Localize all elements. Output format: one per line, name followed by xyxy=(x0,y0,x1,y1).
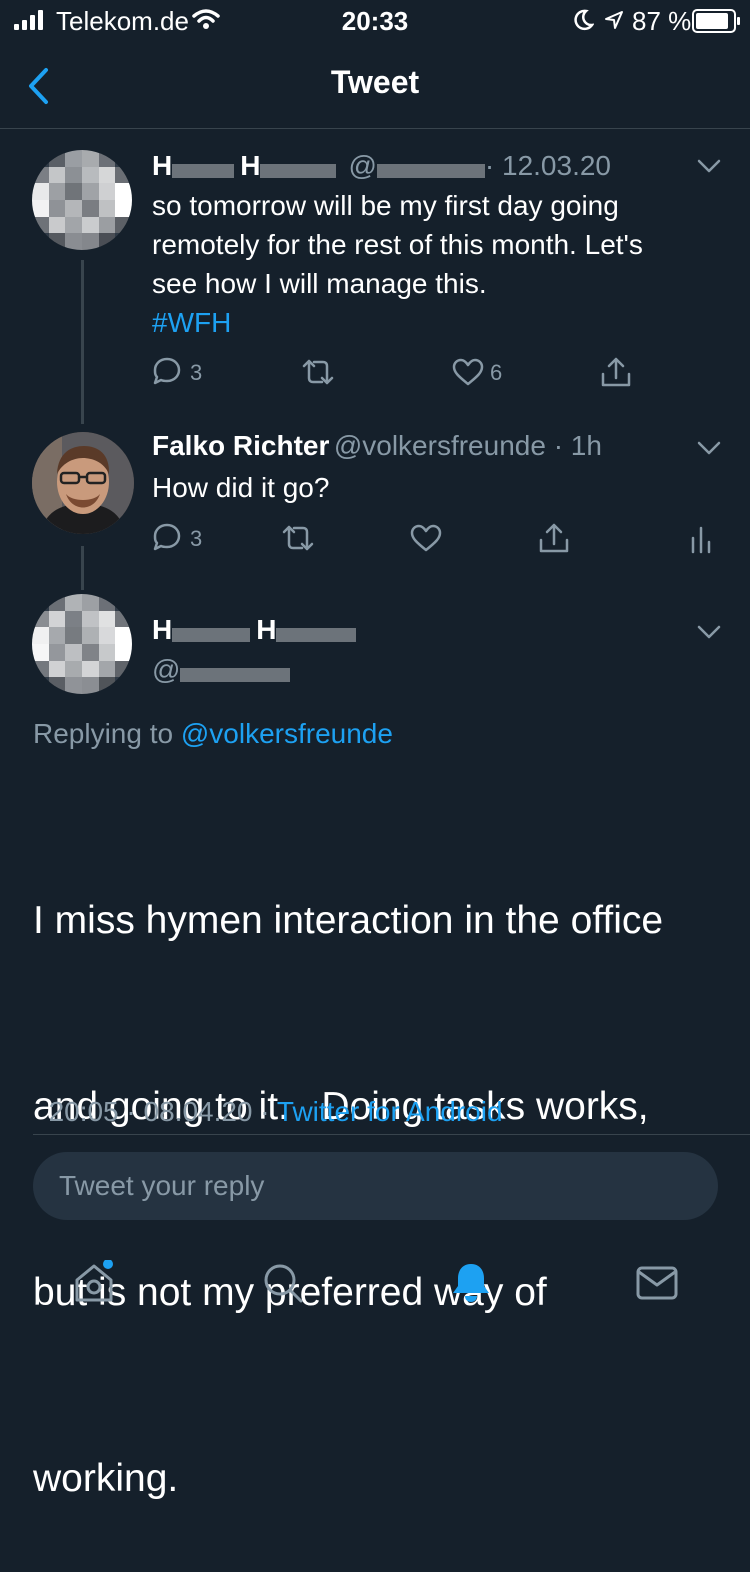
reply-count: 3 xyxy=(190,526,203,551)
messages-icon xyxy=(636,1266,678,1300)
tweet-text: so tomorrow will be my first day going r… xyxy=(152,186,643,342)
meta-divider xyxy=(33,1134,750,1135)
author-name-2: H xyxy=(240,150,261,181)
redacted-block xyxy=(376,163,485,178)
heart-icon xyxy=(452,358,484,386)
share-button[interactable] xyxy=(600,356,632,388)
redacted-block xyxy=(172,627,251,642)
tweet-actions: 3 6 xyxy=(152,356,652,390)
retweet-button[interactable] xyxy=(300,358,336,386)
hashtag-link[interactable]: #WFH xyxy=(152,303,643,342)
author-name: Falko Richter xyxy=(152,430,330,461)
chevron-down-icon[interactable] xyxy=(696,158,722,174)
page-title: Tweet xyxy=(330,64,420,100)
retweet-button[interactable] xyxy=(280,524,316,552)
author-name: H xyxy=(152,614,173,645)
like-count: 6 xyxy=(490,360,503,385)
redacted-block xyxy=(276,627,357,642)
tweet-text: How did it go? xyxy=(152,472,330,503)
tab-bar xyxy=(0,1240,750,1334)
timestamp: 20:05 · 08.04.20 · xyxy=(48,1096,277,1127)
reply-input[interactable]: Tweet your reply xyxy=(33,1152,718,1220)
like-button[interactable] xyxy=(410,524,442,552)
share-icon xyxy=(601,357,631,387)
battery-icon xyxy=(692,9,740,33)
tab-notifications[interactable] xyxy=(450,1260,492,1304)
reply-button[interactable] xyxy=(152,522,182,552)
profile-photo xyxy=(32,432,134,534)
tweet-header: Falko Richter @volkersfreunde · 1h xyxy=(152,430,602,462)
tweet-date: · 12.03.20 xyxy=(484,150,612,181)
reply-count: 3 xyxy=(190,360,203,385)
redacted-block xyxy=(172,163,235,178)
chevron-down-icon[interactable] xyxy=(696,440,722,456)
redacted-block xyxy=(260,163,337,178)
avatar[interactable] xyxy=(32,150,132,250)
share-button[interactable] xyxy=(538,522,570,554)
replying-to: Replying to @volkersfreunde xyxy=(33,718,393,749)
tweet-actions: 3 xyxy=(152,522,722,556)
author-handle: @ xyxy=(348,150,377,181)
moon-icon xyxy=(574,9,594,31)
author-handle-row: @ xyxy=(152,654,291,686)
tab-search[interactable] xyxy=(262,1262,304,1304)
source-link[interactable]: Twitter for Android xyxy=(277,1096,503,1127)
home-icon xyxy=(75,1260,113,1302)
author-handle: @volkersfreunde · 1h xyxy=(333,430,602,461)
search-icon xyxy=(264,1264,303,1303)
author-name: H xyxy=(152,150,173,181)
retweet-icon xyxy=(282,525,314,551)
analytics-button[interactable] xyxy=(690,524,712,554)
author-handle: @ xyxy=(152,654,181,685)
share-icon xyxy=(539,523,569,553)
analytics-icon xyxy=(691,526,711,554)
notifications-icon xyxy=(453,1264,489,1302)
tab-messages[interactable] xyxy=(636,1266,678,1300)
avatar[interactable] xyxy=(32,594,132,694)
reply-placeholder: Tweet your reply xyxy=(59,1170,265,1201)
replying-handle-link[interactable]: @volkersfreunde xyxy=(181,718,393,749)
redacted-block xyxy=(180,667,291,682)
like-button[interactable] xyxy=(452,358,484,386)
thread-line xyxy=(81,260,84,424)
retweet-icon xyxy=(302,359,334,385)
chevron-down-icon[interactable] xyxy=(696,624,722,640)
status-bar: Telekom.de 20:33 87 % xyxy=(0,0,750,40)
location-arrow-icon xyxy=(605,11,623,29)
avatar[interactable] xyxy=(32,432,134,534)
reply-icon xyxy=(153,523,181,551)
author-name-2: H xyxy=(256,614,277,645)
battery-percentage: 87 % xyxy=(632,6,692,36)
reply-button[interactable] xyxy=(152,356,182,386)
tab-home[interactable] xyxy=(72,1260,116,1304)
reply-icon xyxy=(153,357,181,385)
tweet-header: H H @ · 12.03.20 xyxy=(152,150,611,182)
author-info: HH xyxy=(152,614,357,646)
header-divider xyxy=(0,128,750,129)
heart-icon xyxy=(410,524,442,552)
tweet-meta: 20:05 · 08.04.20 · Twitter for Android xyxy=(33,1064,503,1128)
thread-line xyxy=(81,546,84,590)
